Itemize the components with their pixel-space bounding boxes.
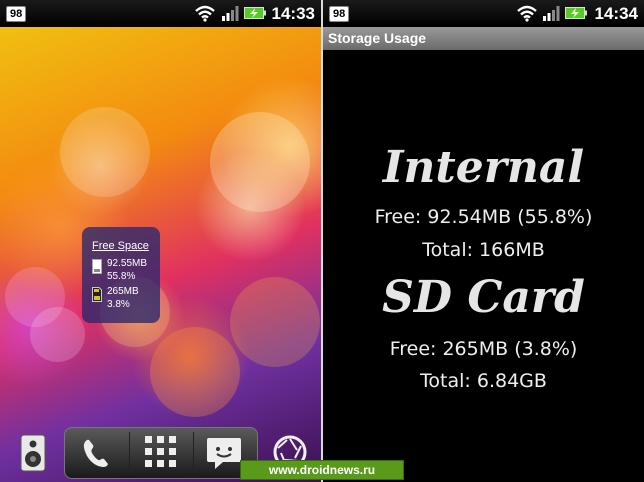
sd-total-line: Total: 6.84GB xyxy=(420,370,547,392)
internal-free-value: 92.55MB xyxy=(107,258,148,269)
internal-free-line: Free: 92.54MB (55.8%) xyxy=(374,206,593,228)
sd-free-line: Free: 265MB (3.8%) xyxy=(389,338,578,360)
home-screen: 98 14:33 Free Space 92.55MB 55.8% 265MB … xyxy=(0,0,321,482)
sd-card-icon xyxy=(92,287,102,302)
sd-free-value: 265MB xyxy=(107,286,139,297)
sd-card-heading: SD Card xyxy=(382,272,585,323)
battery-charging-icon xyxy=(244,7,266,19)
internal-heading: Internal xyxy=(382,142,585,193)
battery-charging-icon xyxy=(565,7,587,19)
notification-badge[interactable]: 98 xyxy=(329,6,350,22)
sd-free-percent: 3.8% xyxy=(107,299,130,310)
watermark: www.droidnews.ru xyxy=(240,460,404,480)
speaker-icon[interactable] xyxy=(18,433,48,473)
storage-usage-screen: 98 14:34 Storage Usage Internal Free: 92… xyxy=(323,0,644,482)
widget-title[interactable]: Free Space xyxy=(92,240,149,252)
all-apps-button[interactable] xyxy=(129,428,193,478)
phone-icon xyxy=(83,439,108,467)
app-title-bar: Storage Usage xyxy=(323,27,644,50)
phone-memory-icon xyxy=(92,259,102,274)
wallpaper xyxy=(0,27,321,482)
status-bar[interactable]: 98 14:34 xyxy=(323,0,644,27)
status-bar[interactable]: 98 14:33 xyxy=(0,0,321,27)
phone-button[interactable] xyxy=(65,428,129,478)
free-space-widget[interactable]: Free Space 92.55MB 55.8% 265MB 3.8% xyxy=(82,227,160,323)
wifi-icon xyxy=(195,5,215,22)
notification-badge[interactable]: 98 xyxy=(6,6,27,22)
signal-icon xyxy=(222,6,239,21)
internal-free-percent: 55.8% xyxy=(107,271,136,282)
app-grid-icon xyxy=(145,436,176,467)
status-clock: 14:33 xyxy=(271,4,315,23)
status-clock: 14:34 xyxy=(594,4,638,23)
dock-bar xyxy=(64,427,258,479)
internal-total-line: Total: 166MB xyxy=(422,239,545,261)
signal-icon xyxy=(543,6,560,21)
wifi-icon xyxy=(517,5,537,22)
